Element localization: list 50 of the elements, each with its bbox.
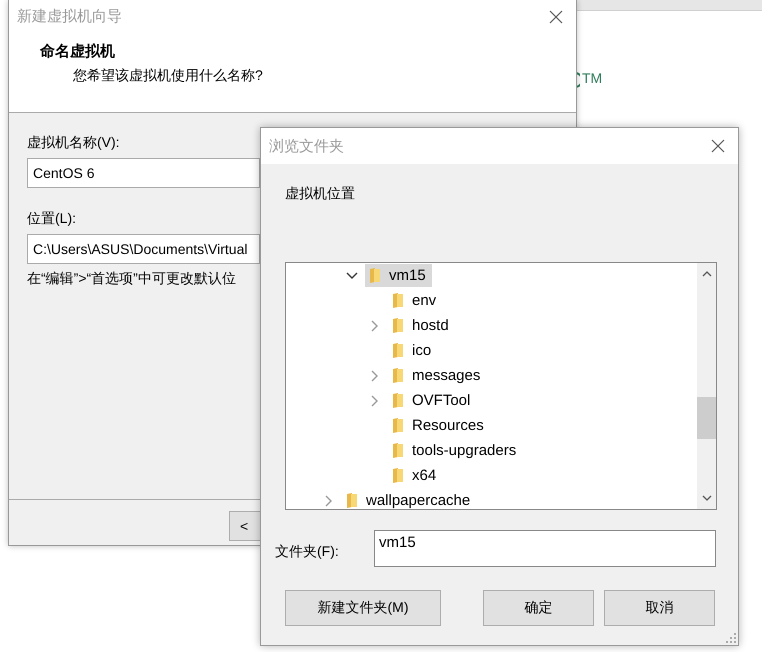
logo-arc-icon — [574, 72, 580, 88]
chevron-right-icon[interactable] — [371, 370, 379, 382]
tree-item[interactable]: vm15 — [365, 264, 432, 287]
dialog-button[interactable]: 确定 — [483, 590, 594, 626]
tree-item[interactable]: env — [388, 289, 442, 312]
scrollbar-thumb[interactable] — [697, 397, 716, 439]
tree-item[interactable]: tools-upgraders — [388, 439, 522, 462]
tree-item[interactable]: hostd — [388, 314, 455, 337]
input-field[interactable]: vm15 — [374, 530, 716, 567]
folder-icon — [392, 342, 404, 359]
window-title: 新建虚拟机向导 — [17, 7, 122, 26]
folder-icon — [392, 317, 404, 334]
input-field[interactable]: C:\Users\ASUS\Documents\Virtual — [27, 234, 260, 264]
back-button[interactable]: < — [229, 511, 260, 541]
dialog-button[interactable]: 取消 — [604, 590, 715, 626]
folder-icon — [346, 492, 358, 509]
tree-item[interactable]: Resources — [388, 414, 490, 437]
input-field[interactable]: CentOS 6 — [27, 158, 260, 188]
prompt-text: 虚拟机位置 — [285, 185, 356, 203]
hint-text: 在“编辑”>“首选项”中可更改默认位 — [27, 270, 236, 288]
page-subheading: 您希望该虚拟机使用什么名称? — [72, 67, 264, 85]
chevron-right-icon[interactable] — [371, 320, 379, 332]
tree-item[interactable]: OVFTool — [388, 389, 476, 412]
field-label: 虚拟机名称(V): — [27, 134, 120, 152]
scroll-down-icon[interactable] — [702, 495, 712, 501]
folder-icon — [392, 392, 404, 409]
chevron-down-icon[interactable] — [346, 272, 358, 280]
folder-icon — [392, 467, 404, 484]
close-icon — [549, 10, 563, 24]
folder-icon — [392, 417, 404, 434]
window-title: 浏览文件夹 — [269, 136, 344, 156]
chevron-right-icon[interactable] — [371, 394, 379, 406]
folder-icon — [392, 292, 404, 309]
close-icon — [711, 139, 725, 153]
scrollbar[interactable] — [697, 263, 716, 509]
dialog-button[interactable]: 新建文件夹(M) — [285, 590, 441, 626]
folder-icon — [392, 442, 404, 459]
trademark-mark: TM — [582, 70, 602, 86]
scroll-up-icon[interactable] — [702, 271, 712, 277]
folder-icon — [369, 267, 381, 284]
resize-grip-icon[interactable] — [726, 633, 736, 643]
chevron-right-icon[interactable] — [325, 494, 333, 506]
field-label: 位置(L): — [27, 210, 76, 228]
tree-item[interactable]: wallpapercache — [342, 489, 476, 509]
folder-icon — [392, 367, 404, 384]
page-heading: 命名虚拟机 — [40, 42, 116, 61]
tree-item[interactable]: messages — [388, 364, 486, 387]
field-label: 文件夹(F): — [275, 542, 340, 560]
tree-item[interactable]: ico — [388, 339, 438, 362]
tree-item[interactable]: x64 — [388, 464, 442, 487]
